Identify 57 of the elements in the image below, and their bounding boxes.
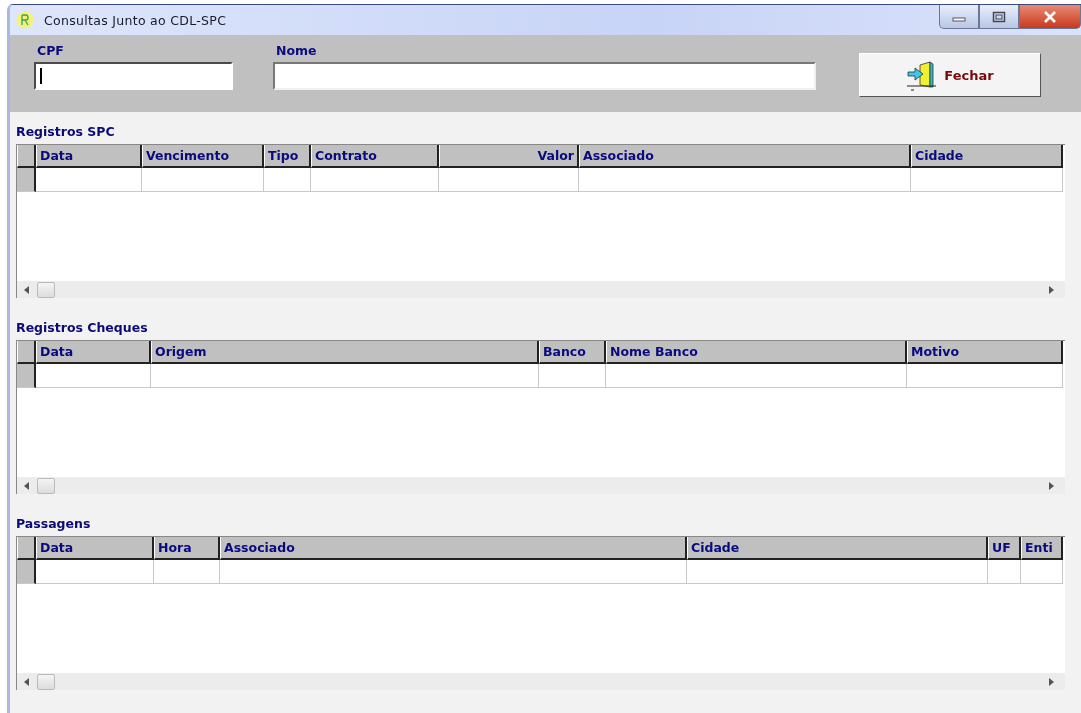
section-title: Passagens: [16, 516, 92, 531]
column-header[interactable]: Hora: [154, 537, 220, 560]
column-header[interactable]: Associado: [220, 537, 687, 560]
table-cell: [1021, 560, 1063, 584]
column-header[interactable]: UF: [988, 537, 1021, 560]
close-form-button[interactable]: Fechar: [859, 53, 1041, 97]
column-header[interactable]: Motivo: [907, 341, 1063, 364]
scroll-left-icon[interactable]: [23, 284, 31, 295]
column-header[interactable]: Cidade: [687, 537, 988, 560]
app-logo-icon: [16, 11, 34, 29]
scroll-right-icon[interactable]: [1047, 676, 1055, 687]
row-indicator-header: [17, 145, 36, 168]
cpf-field[interactable]: [34, 62, 233, 90]
field-label: Nome: [275, 43, 318, 58]
table-cell: [154, 560, 220, 584]
scroll-thumb[interactable]: [37, 673, 55, 690]
scroll-right-icon[interactable]: [1047, 284, 1055, 295]
section-title: Registros SPC: [16, 124, 116, 139]
column-header[interactable]: Valor: [439, 145, 579, 168]
name-field[interactable]: [273, 62, 816, 90]
text-cursor: [40, 68, 42, 84]
column-header[interactable]: Nome Banco: [606, 341, 907, 364]
column-header[interactable]: Contrato: [311, 145, 439, 168]
horizontal-scrollbar[interactable]: [17, 477, 1065, 494]
row-indicator-header: [17, 537, 36, 560]
scroll-left-icon[interactable]: [23, 480, 31, 491]
scroll-thumb[interactable]: [37, 477, 55, 494]
table-cell: [539, 364, 606, 388]
close-button[interactable]: [1019, 5, 1081, 29]
horizontal-scrollbar[interactable]: [17, 281, 1065, 298]
column-header[interactable]: Data: [36, 537, 154, 560]
minimize-button[interactable]: [939, 5, 979, 29]
row-indicator-header: [17, 341, 36, 364]
table-cell: [264, 168, 311, 192]
maximize-button[interactable]: [979, 5, 1019, 29]
row-indicator: [17, 168, 36, 192]
column-header[interactable]: Data: [36, 145, 142, 168]
column-header[interactable]: Associado: [579, 145, 911, 168]
scroll-thumb[interactable]: [37, 281, 55, 298]
row-indicator: [17, 560, 36, 584]
close-icon: [1042, 10, 1058, 23]
column-header[interactable]: Tipo: [264, 145, 311, 168]
window-title: Consultas Junto ao CDL-SPC: [44, 12, 227, 28]
column-header[interactable]: Banco: [539, 341, 606, 364]
column-header[interactable]: Data: [36, 341, 151, 364]
column-header[interactable]: Origem: [151, 341, 539, 364]
column-header[interactable]: Cidade: [911, 145, 1063, 168]
maximize-icon: [992, 10, 1006, 23]
scroll-left-icon[interactable]: [23, 676, 31, 687]
scroll-right-icon[interactable]: [1047, 480, 1055, 491]
column-header[interactable]: Enti: [1021, 537, 1063, 560]
column-header[interactable]: Vencimento: [142, 145, 264, 168]
field-label: CPF: [36, 43, 65, 58]
horizontal-scrollbar[interactable]: [17, 673, 1065, 690]
table-cell: [988, 560, 1021, 584]
section-title: Registros Cheques: [16, 320, 149, 335]
row-indicator: [17, 364, 36, 388]
